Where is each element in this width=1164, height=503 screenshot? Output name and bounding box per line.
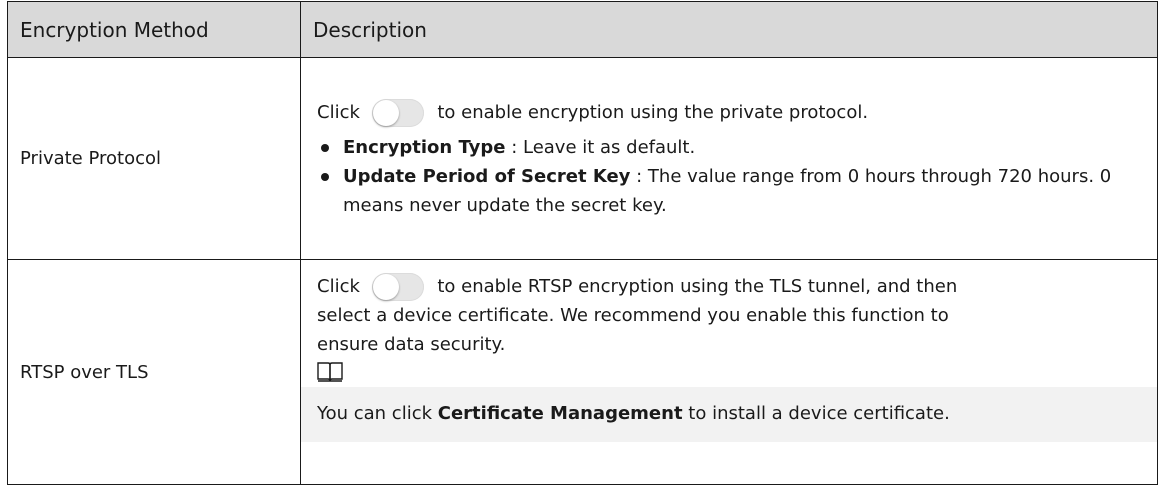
bullet-text: : Leave it as default.	[505, 136, 696, 158]
note-box: You can click Certificate Management to …	[301, 387, 1157, 442]
note-text-suffix: to install a device certificate.	[682, 403, 950, 424]
bullet-label: Update Period of Secret Key	[343, 165, 631, 187]
description-line: select a device certificate. We recommen…	[317, 305, 949, 326]
book-icon	[317, 362, 343, 382]
header-description: Description	[300, 1, 1158, 58]
list-item: Encryption Type : Leave it as default.	[317, 133, 1157, 162]
click-text: Click	[317, 276, 360, 297]
bullet-icon	[321, 172, 329, 181]
description-cell: Click to enable RTSP encryption using th…	[300, 259, 1158, 485]
list-item: Update Period of Secret Key : The value …	[317, 162, 1157, 220]
bullet-list: Encryption Type : Leave it as default. U…	[317, 133, 1157, 220]
encryption-table: Encryption Method Description Private Pr…	[7, 1, 1158, 485]
click-description: to enable RTSP encryption using the TLS …	[437, 276, 958, 297]
bullet-label: Encryption Type	[343, 136, 506, 158]
note-bold-text: Certificate Management	[437, 403, 683, 424]
table-row: Private Protocol Click to enable encrypt…	[7, 57, 1158, 260]
description-line: ensure data security.	[317, 334, 506, 355]
toggle-switch-off-icon[interactable]	[371, 98, 424, 127]
click-description: to enable encryption using the private p…	[437, 101, 869, 123]
table-header-row: Encryption Method Description	[7, 1, 1158, 58]
click-text: Click	[317, 101, 360, 123]
note-text: You can click	[317, 403, 438, 424]
click-line: Click to enable RTSP encryption using th…	[317, 272, 1157, 301]
header-encryption-method: Encryption Method	[7, 1, 301, 58]
click-line: Click to enable encryption using the pri…	[317, 98, 1157, 127]
table-row: RTSP over TLS Click to enable RTSP encry…	[7, 259, 1158, 485]
description-cell: Click to enable encryption using the pri…	[300, 57, 1158, 260]
bullet-icon	[321, 143, 329, 152]
toggle-switch-off-icon[interactable]	[371, 273, 424, 301]
method-cell: RTSP over TLS	[7, 259, 301, 485]
method-cell: Private Protocol	[7, 57, 301, 260]
